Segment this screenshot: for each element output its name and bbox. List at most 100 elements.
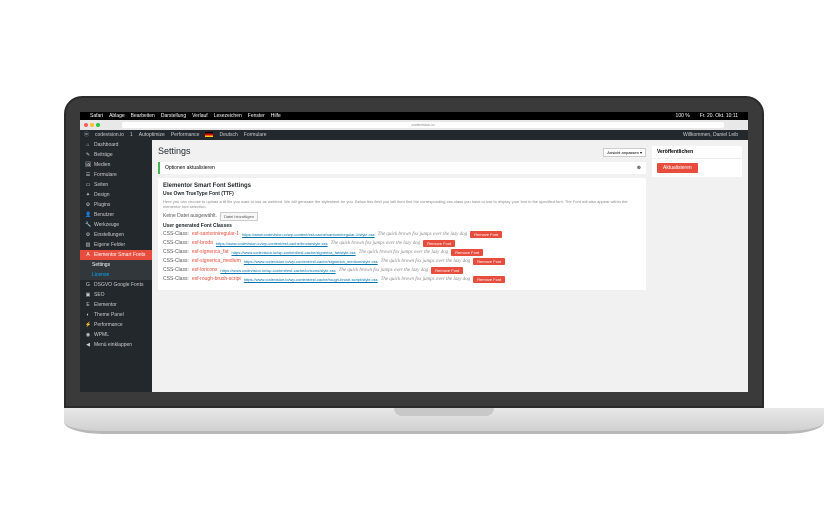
remove-font-button[interactable]: Remove Font [423, 240, 455, 247]
sidebar-item-label: Theme Panel [94, 312, 124, 318]
sidebar-item-label: DSGVO Google Fonts [94, 282, 143, 288]
sidebar-item-label: SEO [94, 292, 105, 298]
updates-link[interactable]: 1 [130, 132, 133, 138]
sidebar-item-theme-panel[interactable]: ◐Theme Panel [80, 310, 152, 320]
publish-title: Veröffentlichen [652, 146, 742, 159]
menu-icon: ◐ [85, 312, 91, 318]
forms-link[interactable]: Formulare [244, 132, 267, 138]
remove-font-button[interactable]: Remove Font [451, 249, 483, 256]
publish-box: Veröffentlichen Aktualisieren [652, 146, 742, 177]
sidebar-item-elementor[interactable]: EElementor [80, 300, 152, 310]
menu-help[interactable]: Hilfe [271, 113, 281, 119]
font-url-link[interactable]: https://www.codevision.io/wp-content/esf… [244, 277, 378, 282]
sidebar-item-menü-einklappen[interactable]: ◀Menü einklappen [80, 340, 152, 350]
sidebar-item-plugins[interactable]: ⚙Plugins [80, 200, 152, 210]
sidebar-item-design[interactable]: ✦Design [80, 190, 152, 200]
sidebar-item-beiträge[interactable]: ✎Beiträge [80, 150, 152, 160]
menu-icon: E [85, 302, 91, 308]
menu-icon: ✎ [85, 152, 91, 158]
menu-icon: ▣ [85, 292, 91, 298]
css-label: CSS-Class: [163, 267, 189, 273]
font-sample: The quick brown fox jumps over the lazy … [359, 250, 449, 255]
sidebar-item-label: Werkzeuge [94, 222, 119, 228]
sidebar-item-benutzer[interactable]: 👤Benutzer [80, 210, 152, 220]
wp-logo-icon[interactable]: ⓦ [84, 131, 89, 138]
sidebar-item-seiten[interactable]: ▭Seiten [80, 180, 152, 190]
close-icon[interactable] [84, 123, 88, 127]
font-row: CSS-Class: esf-signerica_medium https://… [163, 258, 641, 265]
sidebar-item-label: Performance [94, 322, 123, 328]
settings-card: Elementor Smart Font Settings Use Own Tr… [158, 178, 646, 290]
sidebar-item-settings[interactable]: Settings [80, 260, 152, 270]
app-name[interactable]: Safari [90, 113, 103, 119]
wifi-icon[interactable]: 100 % [676, 113, 690, 119]
menu-icon: A [85, 252, 91, 258]
sidebar-item-seo[interactable]: ▣SEO [80, 290, 152, 300]
menu-icon: 👤 [85, 212, 91, 218]
remove-font-button[interactable]: Remove Font [473, 276, 505, 283]
clock[interactable]: Fr. 20. Okt. 10:11 [700, 113, 738, 119]
url-bar[interactable]: codevision.io [122, 122, 724, 128]
remove-font-button[interactable]: Remove Font [470, 231, 502, 238]
autoptimize-link[interactable]: Autoptimize [139, 132, 165, 138]
wp-admin-bar: ⓦ codevision.io 1 Autoptimize Performanc… [80, 130, 748, 140]
language-link[interactable]: Deutsch [219, 132, 237, 138]
page-title: Settings [158, 146, 191, 156]
sidebar-item-einstellungen[interactable]: ⚙Einstellungen [80, 230, 152, 240]
menu-bookmarks[interactable]: Lesezeichen [214, 113, 242, 119]
font-sample: The quick brown fox jumps over the lazy … [378, 232, 468, 237]
css-label: CSS-Class: [163, 231, 189, 237]
sidebar-item-medien[interactable]: 🖼Medien [80, 160, 152, 170]
sidebar-item-performance[interactable]: ⚡Performance [80, 320, 152, 330]
menu-edit[interactable]: Bearbeiten [131, 113, 155, 119]
sidebar-item-label: Design [94, 192, 110, 198]
menu-icon: ✦ [85, 192, 91, 198]
font-row: CSS-Class: esf-rough-brush-script https:… [163, 276, 641, 283]
file-upload-button[interactable]: Datei hinzufügen [220, 212, 258, 221]
font-url-link[interactable]: https://www.codevision.io/wp-content/esf… [244, 259, 378, 264]
font-url-link[interactable]: https://www.codevision.io/wp-content/esf… [232, 250, 356, 255]
remove-font-button[interactable]: Remove Font [431, 267, 463, 274]
sidebar-item-eigene-felder[interactable]: ▥Eigene Felder [80, 240, 152, 250]
maximize-icon[interactable] [96, 123, 100, 127]
menu-history[interactable]: Verlauf [192, 113, 208, 119]
menu-icon: ⚙ [85, 202, 91, 208]
sidebar-item-label: Menü einklappen [94, 342, 132, 348]
font-url-link[interactable]: https://www.codevision.io/wp-content/esf… [220, 268, 335, 273]
remove-font-button[interactable]: Remove Font [473, 258, 505, 265]
site-link[interactable]: codevision.io [95, 132, 124, 138]
performance-link[interactable]: Performance [171, 132, 200, 138]
publish-button[interactable]: Aktualisieren [657, 163, 698, 173]
sidebar-item-formulare[interactable]: ☰Formulare [80, 170, 152, 180]
sidebar-item-dsgvo-google-fonts[interactable]: GDSGVO Google Fonts [80, 280, 152, 290]
css-class-value: esf-rough-brush-script [192, 276, 241, 282]
sidebar-item-label: Dashboard [94, 142, 118, 148]
menu-icon: ▭ [85, 182, 91, 188]
font-row: CSS-Class: esf-loricons https://www.code… [163, 267, 641, 274]
sidebar-item-label: Benutzer [94, 212, 114, 218]
sidebar-item-elementor-smart-fonts[interactable]: AElementor Smart Fonts [80, 250, 152, 260]
minimize-icon[interactable] [90, 123, 94, 127]
menu-file[interactable]: Ablage [109, 113, 125, 119]
sidebar-item-werkzeuge[interactable]: 🔧Werkzeuge [80, 220, 152, 230]
screen: Safari Ablage Bearbeiten Darstellung Ver… [80, 112, 748, 392]
sidebar-item-label: WPML [94, 332, 109, 338]
font-row: CSS-Class: esf-broda https://www.codevis… [163, 240, 641, 247]
font-sample: The quick brown fox jumps over the lazy … [381, 277, 471, 282]
sidebar-item-dashboard[interactable]: ⌂Dashboard [80, 140, 152, 150]
screen-options-button[interactable]: Ansicht anpassen ▾ [603, 148, 646, 157]
welcome-user[interactable]: Willkommen, Daniel Leib [683, 132, 738, 138]
menu-window[interactable]: Fenster [248, 113, 265, 119]
sidebar-item-license[interactable]: License [80, 270, 152, 280]
flag-de-icon [205, 132, 213, 137]
sidebar-item-wpml[interactable]: ◉WPML [80, 330, 152, 340]
menu-view[interactable]: Darstellung [161, 113, 186, 119]
dismiss-icon[interactable]: ⊗ [637, 165, 641, 171]
font-url-link[interactable]: https://www.codevision.io/wp-content/esf… [242, 232, 375, 237]
notice-text: Optionen aktualisieren [165, 165, 215, 171]
font-url-link[interactable]: https://www.codevision.io/wp-content/esf… [216, 241, 328, 246]
css-label: CSS-Class: [163, 258, 189, 264]
css-class-value: esf-santoriniregular-1 [192, 231, 239, 237]
css-label: CSS-Class: [163, 249, 189, 255]
menu-icon: 🔧 [85, 222, 91, 228]
